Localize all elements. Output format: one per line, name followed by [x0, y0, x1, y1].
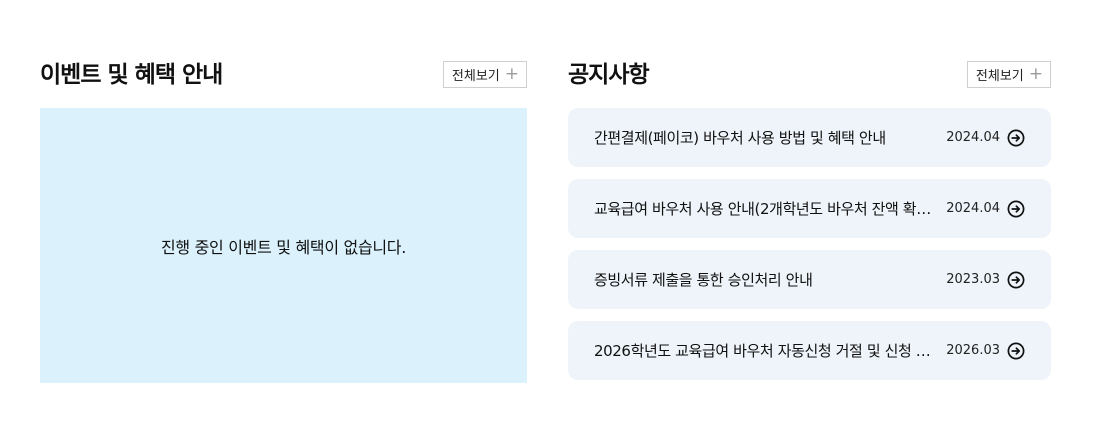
notice-item[interactable]: 교육급여 바우처 사용 안내(2개학년도 바우처 잔액 확인) 2024.04: [568, 179, 1051, 238]
notices-header: 공지사항 전체보기 +: [568, 60, 1051, 90]
events-empty-panel: 진행 중인 이벤트 및 혜택이 없습니다.: [40, 108, 527, 383]
notices-view-all-label: 전체보기: [975, 69, 1024, 84]
notices-title: 공지사항: [568, 62, 650, 88]
arrow-right-circle-icon: [1007, 271, 1025, 288]
notice-item[interactable]: 간편결제(페이코) 바우처 사용 방법 및 혜택 안내 2024.04: [568, 108, 1051, 167]
events-header: 이벤트 및 혜택 안내 전체보기 +: [40, 60, 527, 90]
notice-title: 간편결제(페이코) 바우처 사용 방법 및 혜택 안내: [594, 129, 886, 147]
arrow-right-circle-icon: [1007, 200, 1025, 217]
events-title: 이벤트 및 혜택 안내: [40, 62, 223, 88]
notice-title: 증빙서류 제출을 통한 승인처리 안내: [594, 271, 813, 289]
notices-section: 공지사항 전체보기 + 간편결제(페이코) 바우처 사용 방법 및 혜택 안내 …: [568, 60, 1051, 380]
notice-date: 2024.04: [946, 130, 1000, 145]
notice-list: 간편결제(페이코) 바우처 사용 방법 및 혜택 안내 2024.04 교육급여…: [568, 108, 1051, 392]
notice-title: 2026학년도 교육급여 바우처 자동신청 거절 및 신청 안내: [594, 342, 943, 360]
events-empty-message: 진행 중인 이벤트 및 혜택이 없습니다.: [160, 237, 407, 257]
notice-title: 교육급여 바우처 사용 안내(2개학년도 바우처 잔액 확인): [594, 200, 936, 218]
notices-view-all-button[interactable]: 전체보기 +: [966, 61, 1051, 88]
notice-date: 2024.04: [946, 201, 1000, 216]
events-section: 이벤트 및 혜택 안내 전체보기 + 진행 중인 이벤트 및 혜택이 없습니다.: [40, 60, 527, 383]
notice-item[interactable]: 2026학년도 교육급여 바우처 자동신청 거절 및 신청 안내 2026.03: [568, 321, 1051, 380]
arrow-right-circle-icon: [1007, 342, 1025, 359]
notice-item[interactable]: 증빙서류 제출을 통한 승인처리 안내 2023.03: [568, 250, 1051, 309]
events-view-all-label: 전체보기: [451, 69, 500, 84]
plus-icon: +: [1028, 64, 1043, 84]
notice-date: 2023.03: [946, 272, 1000, 287]
arrow-right-circle-icon: [1007, 129, 1025, 146]
notice-date: 2026.03: [946, 343, 1000, 358]
events-view-all-button[interactable]: 전체보기 +: [442, 61, 527, 88]
plus-icon: +: [504, 64, 519, 84]
